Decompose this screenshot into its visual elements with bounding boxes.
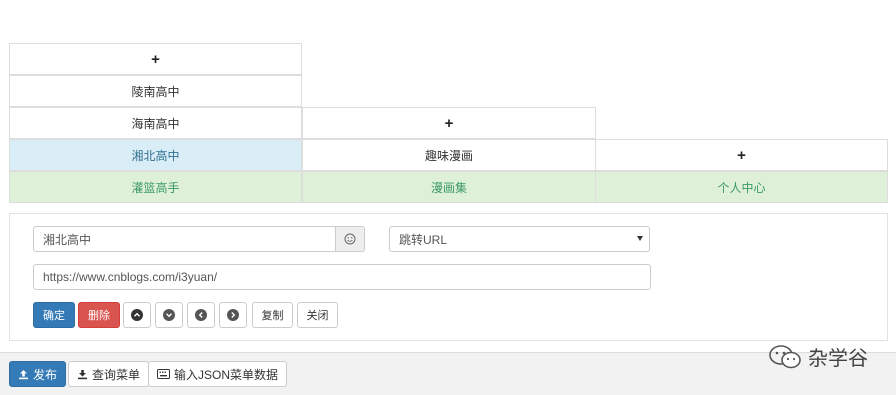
add-submenu-button-col2[interactable]: + bbox=[302, 107, 596, 139]
copy-button[interactable]: 复制 bbox=[252, 302, 293, 328]
keyboard-icon bbox=[157, 369, 170, 379]
publish-label: 发布 bbox=[33, 367, 58, 382]
main-menu-label: 漫画集 bbox=[430, 180, 467, 195]
chevron-right-icon bbox=[227, 309, 239, 321]
chevron-down-icon bbox=[637, 236, 643, 241]
main-menu-item[interactable]: 个人中心 bbox=[595, 171, 888, 203]
publish-button[interactable]: 发布 bbox=[9, 361, 67, 387]
smiley-icon bbox=[344, 233, 356, 245]
chevron-down-icon bbox=[163, 309, 175, 321]
emoji-button[interactable] bbox=[335, 226, 365, 252]
move-down-button[interactable] bbox=[155, 302, 183, 328]
plus-icon: + bbox=[444, 114, 454, 132]
url-value: https://www.cnblogs.com/i3yuan/ bbox=[43, 270, 218, 284]
query-menu-label: 查询菜单 bbox=[92, 367, 141, 382]
add-submenu-button-col3[interactable]: + bbox=[595, 139, 888, 171]
chevron-up-icon bbox=[131, 309, 143, 321]
delete-label: 删除 bbox=[88, 310, 110, 322]
move-right-button[interactable] bbox=[219, 302, 247, 328]
confirm-label: 确定 bbox=[43, 310, 65, 322]
submenu-item[interactable]: 趣味漫画 bbox=[302, 139, 596, 171]
bottom-toolbar: 发布 查询菜单 输入JSON菜单数据 bbox=[0, 352, 896, 395]
main-menu-item[interactable]: 漫画集 bbox=[302, 171, 596, 203]
wechat-icon bbox=[769, 344, 801, 368]
submenu-item-selected[interactable]: 湘北高中 bbox=[9, 139, 302, 171]
delete-button[interactable]: 删除 bbox=[78, 302, 120, 328]
query-menu-button[interactable]: 查询菜单 bbox=[68, 361, 150, 387]
menu-name-value: 湘北高中 bbox=[43, 232, 92, 247]
submenu-item-label: 湘北高中 bbox=[131, 148, 180, 163]
watermark: 杂学谷 bbox=[768, 342, 868, 371]
copy-label: 复制 bbox=[261, 310, 284, 322]
move-up-button[interactable] bbox=[123, 302, 151, 328]
submenu-item[interactable]: 海南高中 bbox=[9, 107, 302, 139]
menu-type-value: 跳转URL bbox=[399, 232, 448, 247]
watermark-text: 杂学谷 bbox=[808, 348, 868, 370]
plus-icon: + bbox=[737, 146, 746, 164]
main-menu-label: 个人中心 bbox=[717, 180, 766, 195]
plus-icon: + bbox=[151, 50, 160, 68]
submenu-item-label: 趣味漫画 bbox=[424, 148, 473, 163]
submenu-item-label: 海南高中 bbox=[131, 116, 180, 131]
close-button[interactable]: 关闭 bbox=[297, 302, 338, 328]
input-json-label: 输入JSON菜单数据 bbox=[174, 367, 279, 382]
menu-name-input[interactable]: 湘北高中 bbox=[33, 226, 336, 252]
close-label: 关闭 bbox=[306, 310, 329, 322]
submenu-item[interactable]: 陵南高中 bbox=[9, 75, 302, 107]
move-left-button[interactable] bbox=[187, 302, 215, 328]
upload-icon bbox=[19, 369, 28, 379]
url-input[interactable]: https://www.cnblogs.com/i3yuan/ bbox=[33, 264, 651, 290]
confirm-button[interactable]: 确定 bbox=[33, 302, 75, 328]
chevron-left-icon bbox=[195, 309, 207, 321]
input-json-button[interactable]: 输入JSON菜单数据 bbox=[148, 361, 288, 387]
main-menu-item[interactable]: 灌篮高手 bbox=[9, 171, 302, 203]
main-menu-label: 灌篮高手 bbox=[131, 180, 180, 195]
menu-type-select[interactable]: 跳转URL bbox=[389, 226, 650, 252]
download-icon bbox=[78, 369, 87, 379]
add-submenu-button-col1[interactable]: + bbox=[9, 43, 302, 75]
submenu-item-label: 陵南高中 bbox=[131, 84, 180, 99]
